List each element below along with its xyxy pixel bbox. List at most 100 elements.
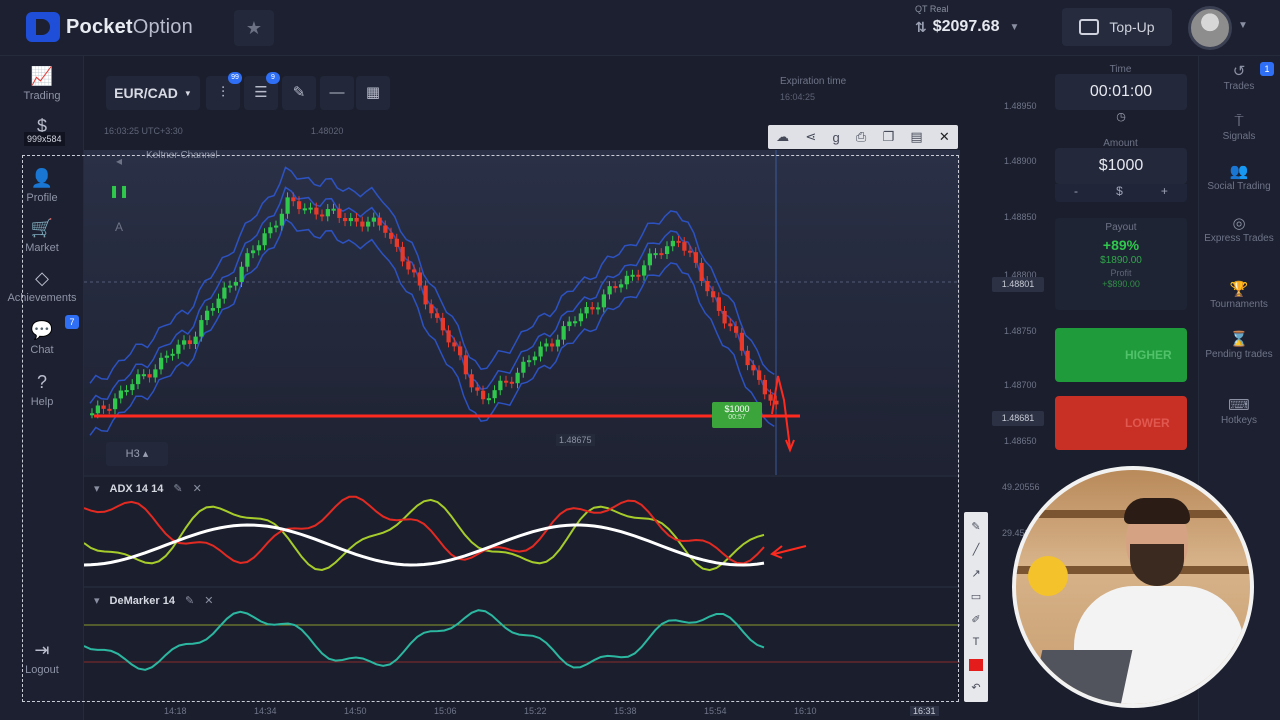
amount-plus-button[interactable]: + [1161, 184, 1168, 202]
candle [573, 321, 578, 324]
top-bar: PocketOption ★ QT Real ⇅ $2097.68 ▼ Top-Up… [0, 0, 1280, 56]
candle [417, 272, 422, 286]
amount-currency-button[interactable]: $ [1116, 184, 1123, 202]
trade-marker[interactable]: $1000 00:57 [712, 402, 762, 428]
candle [676, 240, 681, 243]
candle [113, 398, 118, 410]
time-field[interactable]: 00:01:00 [1055, 74, 1187, 110]
cloud-upload-icon[interactable]: ☁ [776, 129, 789, 145]
logo[interactable]: PocketOption [26, 12, 193, 42]
chart-icon: 📈 [30, 66, 54, 86]
marker-icon[interactable]: ✐ [971, 613, 980, 626]
sidebar-item-help[interactable]: ? Help [0, 372, 84, 408]
avatar-chevron-down-icon[interactable]: ▼ [1238, 20, 1248, 31]
favorite-button[interactable]: ★ [234, 10, 274, 46]
candle [268, 227, 273, 234]
selection-size-tag: 999x584 [24, 132, 65, 146]
chart-time-info: 16:03:25 UTC+3:30 1.48020 [104, 126, 344, 136]
right-nav-tournaments[interactable]: 🏆 Tournaments [1198, 282, 1280, 311]
candle [734, 326, 739, 333]
candle [118, 390, 123, 399]
sidebar-item-achievements[interactable]: ◇ Achievements [0, 268, 84, 304]
candle [659, 253, 664, 256]
share-icon[interactable]: ⋖ [805, 129, 816, 145]
candle [642, 265, 647, 276]
right-nav-social[interactable]: 👥 Social Trading [1198, 164, 1280, 193]
line-icon[interactable]: ╱ [973, 543, 980, 556]
pen-icon[interactable]: ✎ [971, 520, 980, 533]
amount-minus-button[interactable]: - [1074, 184, 1078, 202]
avatar[interactable] [1188, 6, 1232, 50]
candle [538, 346, 543, 357]
candle [688, 250, 693, 253]
layout-button[interactable]: ▦ [356, 76, 390, 110]
topup-label: Top-Up [1109, 19, 1155, 35]
candle [619, 284, 624, 288]
clock-icon[interactable]: ◷ [1055, 110, 1187, 123]
minus-icon: — [329, 84, 345, 101]
candle [291, 197, 296, 202]
text-icon[interactable]: T [973, 636, 980, 648]
undo-icon[interactable]: ↶ [971, 681, 980, 694]
candle [354, 217, 359, 222]
text-tool-icon[interactable]: A [106, 216, 132, 238]
pause-icon[interactable]: ❚❚ [106, 180, 132, 202]
price-chart[interactable] [84, 150, 960, 700]
time-tick: 15:06 [434, 706, 457, 716]
drawing-button[interactable]: ✎ [282, 76, 316, 110]
candle [412, 269, 417, 273]
right-nav-hotkeys[interactable]: ⌨ Hotkeys [1198, 398, 1280, 427]
timeframe-selector[interactable]: H3 ▴ [106, 442, 168, 466]
candle [504, 380, 509, 383]
candle [670, 240, 675, 247]
candle [366, 221, 371, 227]
rectangle-icon[interactable]: ▭ [971, 590, 981, 603]
amount-controls: - $ + [1055, 184, 1187, 202]
adx-indicator-label: ▾ ADX 14 14 ✎ ✕ [94, 482, 202, 496]
chevron-down-icon: ▼ [183, 88, 192, 98]
account-type: QT Real [915, 4, 949, 14]
copy-icon[interactable]: ❐ [883, 129, 895, 145]
arrow-icon[interactable]: ↗ [971, 567, 980, 580]
expiration-value: 16:04:25 [780, 92, 816, 102]
candle [440, 317, 445, 331]
sidebar-item-profile[interactable]: 👤 Profile [0, 168, 84, 204]
demarker-pane-bg [84, 588, 960, 700]
sidebar-item-market[interactable]: 🛒 Market [0, 218, 84, 254]
collapse-legend-button[interactable]: ◂ [106, 150, 132, 172]
candle [561, 326, 566, 340]
price-tag-upper: 1.48801 [992, 277, 1044, 292]
payout-amount: $1890.00 [1100, 255, 1142, 266]
lower-button[interactable]: LOWER [1055, 396, 1187, 450]
right-nav-express[interactable]: ◎ Express Trades [1198, 216, 1280, 245]
price-tag-current: 1.48681 [992, 411, 1044, 426]
search-image-icon[interactable]: g [832, 130, 839, 145]
amount-field[interactable]: $1000 [1055, 148, 1187, 184]
candle [711, 291, 716, 298]
save-icon[interactable]: ▤ [910, 129, 922, 145]
topup-button[interactable]: Top-Up [1062, 8, 1172, 46]
balance-amount: $2097.68 [932, 18, 1000, 35]
candle [101, 405, 106, 409]
color-swatch-icon[interactable] [969, 658, 983, 671]
candle [757, 370, 762, 380]
sidebar-item-logout[interactable]: ⇥ Logout [0, 640, 84, 676]
candle [308, 207, 313, 210]
print-icon[interactable]: ⎙ [856, 129, 866, 145]
candle [228, 285, 233, 288]
balance-widget[interactable]: QT Real ⇅ $2097.68 ▼ [915, 4, 1019, 36]
right-nav-signals[interactable]: ⍑ Signals [1198, 114, 1280, 143]
higher-button[interactable]: HIGHER [1055, 328, 1187, 382]
candle [624, 275, 629, 285]
candle [360, 221, 365, 227]
line-tool-button[interactable]: — [320, 76, 354, 110]
close-icon[interactable]: ✕ [939, 129, 950, 145]
chart-canvas[interactable] [84, 150, 960, 700]
asset-pair-selector[interactable]: EUR/CAD ▼ [106, 76, 200, 110]
indicators-badge: 9 [266, 72, 280, 84]
brush-icon: ✎ [292, 84, 306, 101]
candle [348, 217, 353, 222]
right-nav-pending[interactable]: ⌛ Pending trades [1198, 332, 1280, 361]
demarker-indicator-label: ▾ DeMarker 14 ✎ ✕ [94, 594, 214, 608]
sidebar-item-trading[interactable]: 📈 Trading [0, 66, 84, 102]
